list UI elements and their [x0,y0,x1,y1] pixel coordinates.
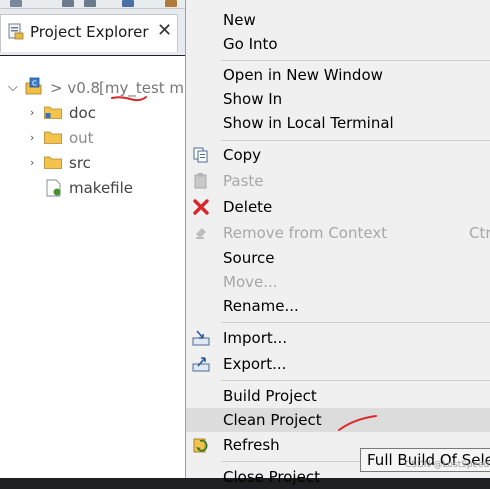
build-icon[interactable] [122,0,134,7]
menu-item-new[interactable]: New [186,8,490,32]
folder-icon [44,131,62,144]
menu-item-go-into[interactable]: Go Into [186,32,490,56]
menu-item-build-project[interactable]: Build Project [186,384,490,408]
save-icon[interactable] [62,0,74,7]
menu-item-show-local-terminal[interactable]: Show in Local Terminal [186,111,490,135]
copy-icon [193,147,208,163]
menu-item-export[interactable]: Export... [186,352,490,376]
tree-item-makefile[interactable]: makefile [69,179,133,197]
close-icon[interactable]: ✕ [157,21,172,41]
menu-separator [221,322,490,323]
chevron-down-icon[interactable]: ⌵ [8,80,18,95]
remove-context-icon [196,228,206,239]
tab-title: Project Explorer [30,23,149,41]
tree-item-doc[interactable]: doc [69,104,96,122]
folder-icon [44,156,62,169]
context-menu: New Go Into Open in New Window Show In S… [185,0,490,486]
menu-separator [221,60,490,61]
menu-item-clean-project[interactable]: Clean Project [186,408,490,432]
watermark: CSDN @LostSpeed [405,460,490,470]
export-icon [192,357,210,372]
svg-text:C: C [32,80,37,88]
refresh-icon [193,438,208,453]
tree-item-out[interactable]: out [69,129,94,147]
menu-item-rename[interactable]: Rename... [186,294,490,318]
red-underline-mark [111,96,147,102]
menu-item-delete[interactable]: Delete [186,195,490,219]
makefile-icon [46,179,61,197]
chevron-right-icon[interactable]: › [30,131,34,144]
menu-item-import[interactable]: Import... [186,326,490,350]
menu-item-open-new-window[interactable]: Open in New Window [186,63,490,87]
menu-separator [221,140,490,141]
menu-item-source[interactable]: Source [186,246,490,270]
menu-item-remove-context[interactable]: Remove from Context Ctr [186,221,490,245]
project-icon: C [25,77,42,95]
toolbar-icon[interactable] [10,0,22,7]
chevron-right-icon[interactable]: › [30,156,34,169]
paste-icon [194,173,207,189]
menu-item-move[interactable]: Move... [186,270,490,294]
chevron-right-icon[interactable]: › [30,106,34,119]
main-toolbar [0,0,186,9]
menu-separator [221,380,490,381]
delete-icon [193,199,209,215]
folder-icon [44,106,62,119]
tree-item-src[interactable]: src [69,154,91,172]
red-pen-mark [338,415,377,431]
menu-item-show-in[interactable]: Show In [186,87,490,111]
project-explorer-icon [8,23,24,40]
menu-item-copy[interactable]: Copy [186,143,490,167]
toolbar-icon[interactable] [165,0,177,7]
save-all-icon[interactable] [84,0,96,7]
project-prefix[interactable]: > v0.8 [50,79,100,97]
import-icon [192,330,210,346]
menu-item-paste[interactable]: Paste [186,169,490,193]
